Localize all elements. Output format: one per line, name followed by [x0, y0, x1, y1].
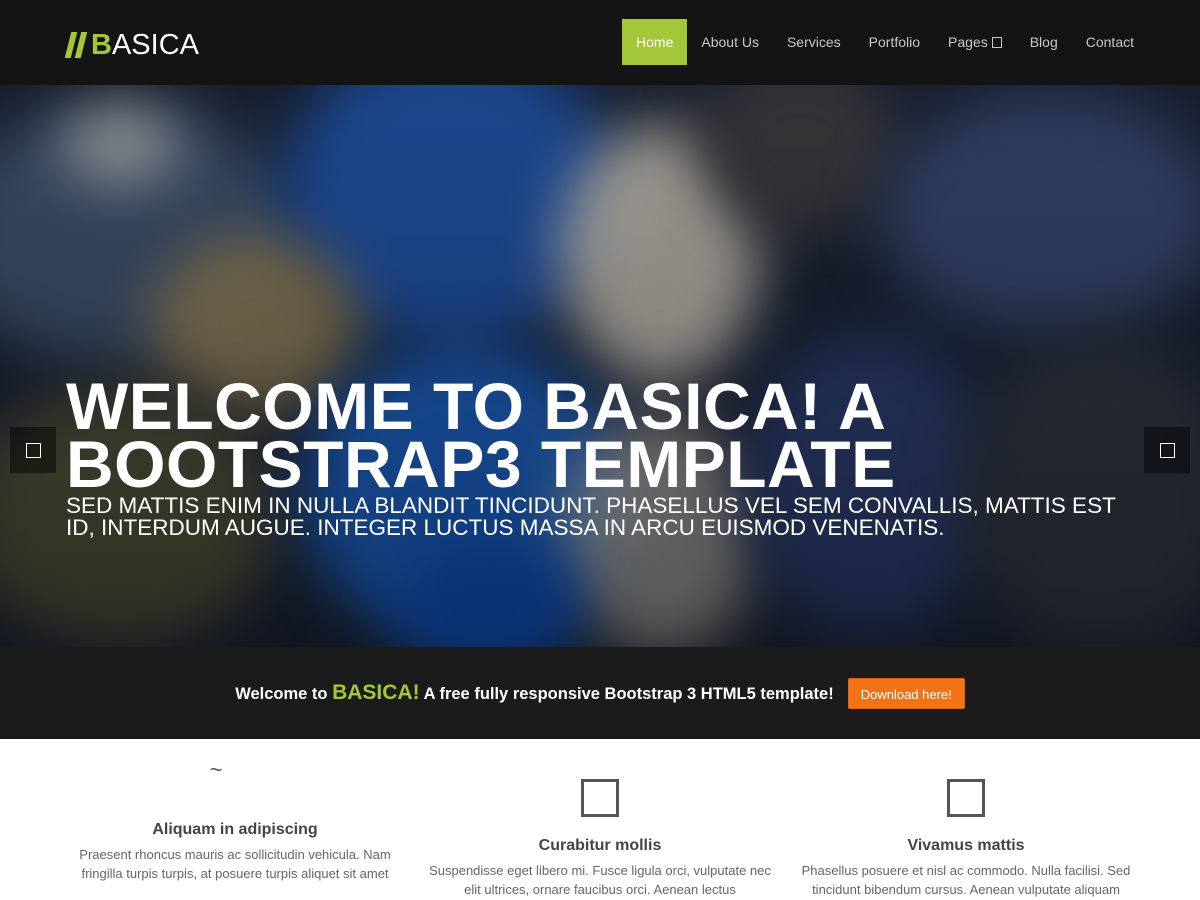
welcome-banner: Welcome to BASICA! A free fully responsi…: [0, 647, 1200, 739]
nav-pages[interactable]: Pages: [934, 19, 1016, 65]
square-icon: [581, 779, 619, 817]
next-square-icon: [1159, 442, 1175, 458]
main-nav: Home About Us Services Portfolio Pages B…: [622, 19, 1148, 65]
feature-1: ~ Aliquam in adipiscing Praesent rhoncus…: [62, 759, 408, 883]
nav-blog[interactable]: Blog: [1016, 19, 1072, 65]
hero-title: Welcome to Basica! A Bootstrap3 Template: [66, 369, 896, 501]
welcome-suffix: A free fully responsive Bootstrap 3 HTML…: [423, 685, 834, 703]
nav-contact[interactable]: Contact: [1072, 19, 1148, 65]
top-navbar: B ASICA Home About Us Services Portfolio…: [0, 0, 1200, 85]
nav-about-us[interactable]: About Us: [687, 19, 773, 65]
feature-2: Curabitur mollis Suspendisse eget libero…: [427, 779, 773, 899]
feature-1-title: Aliquam in adipiscing: [152, 821, 318, 838]
prev-square-icon: [25, 442, 41, 458]
slider-next-button[interactable]: [1144, 427, 1190, 473]
square-icon: [947, 779, 985, 817]
dropdown-square-icon: [991, 37, 1002, 48]
logo-first-letter: B: [91, 28, 112, 61]
logo-text: ASICA: [111, 28, 199, 61]
wave-icon: ~: [209, 757, 223, 782]
logo-slashes-icon: [64, 32, 88, 58]
site-logo[interactable]: B ASICA: [64, 28, 199, 62]
hero-overlay: [0, 85, 1200, 647]
welcome-text: Welcome to BASICA! A free fully responsi…: [235, 681, 834, 705]
feature-1-icon-wrap: ~: [62, 759, 408, 821]
nav-home[interactable]: Home: [622, 19, 688, 65]
nav-portfolio[interactable]: Portfolio: [855, 19, 934, 65]
feature-2-title: Curabitur mollis: [538, 837, 662, 854]
welcome-brand: BASICA!: [332, 681, 420, 704]
features-section: ~ Aliquam in adipiscing Praesent rhoncus…: [0, 739, 1200, 900]
download-button[interactable]: Download here!: [847, 677, 965, 709]
nav-services[interactable]: Services: [773, 19, 855, 65]
feature-3: Vivamus mattis Phasellus posuere et nisl…: [793, 779, 1139, 899]
feature-2-text: Suspendisse eget libero mi. Fusce ligula…: [429, 863, 771, 897]
feature-1-text: Praesent rhoncus mauris ac sollicitudin …: [79, 847, 391, 881]
hero-slider: Welcome to Basica! A Bootstrap3 Template…: [0, 85, 1200, 647]
slider-prev-button[interactable]: [10, 427, 56, 473]
nav-pages-label: Pages: [948, 34, 988, 50]
feature-3-text: Phasellus posuere et nisl ac commodo. Nu…: [801, 863, 1131, 897]
feature-3-title: Vivamus mattis: [907, 837, 1025, 854]
welcome-prefix: Welcome to: [235, 685, 328, 703]
hero-subtitle: Sed mattis enim in nulla blandit tincidu…: [66, 493, 1116, 540]
